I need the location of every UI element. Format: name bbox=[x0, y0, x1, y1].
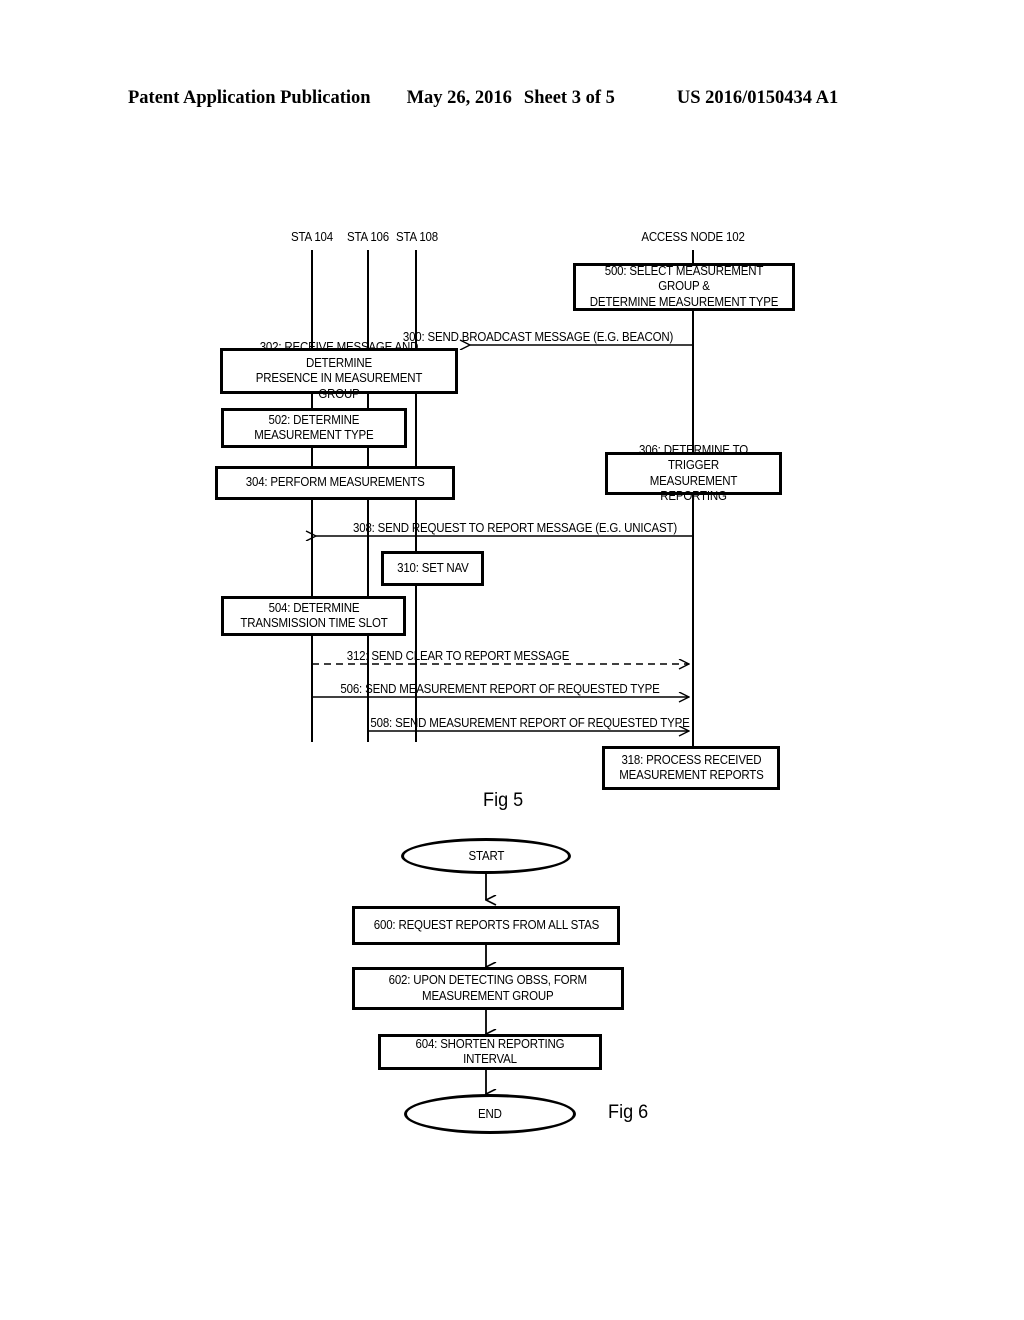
lifeline-label-sta104: STA 104 bbox=[291, 230, 333, 244]
process-box-304: 304: PERFORM MEASUREMENTS bbox=[215, 466, 455, 500]
message-label-508: 508: SEND MEASUREMENT REPORT OF REQUESTE… bbox=[370, 716, 690, 730]
process-box-504-label: 504: DETERMINE TRANSMISSION TIME SLOT bbox=[239, 600, 388, 631]
process-box-502: 502: DETERMINE MEASUREMENT TYPE bbox=[221, 408, 407, 448]
patent-drawing-page: Patent Application Publication May 26, 2… bbox=[0, 0, 1024, 1320]
process-box-302-label: 302: RECEIVE MESSAGE AND DETERMINE PRESE… bbox=[255, 340, 423, 401]
flow-process-602-label: 602: UPON DETECTING OBSS, FORM MEASUREME… bbox=[388, 973, 588, 1003]
flow-terminator-end-label: END bbox=[478, 1107, 502, 1121]
header-sheet-label: Sheet 3 of 5 bbox=[523, 88, 615, 108]
page-header: Patent Application Publication May 26, 2… bbox=[128, 88, 896, 114]
process-box-318-label: 318: PROCESS RECEIVED MEASUREMENT REPORT… bbox=[618, 752, 764, 783]
message-label-506: 506: SEND MEASUREMENT REPORT OF REQUESTE… bbox=[340, 682, 660, 696]
process-box-310: 310: SET NAV bbox=[381, 551, 484, 586]
header-publication-label: Patent Application Publication bbox=[128, 88, 371, 108]
process-box-310-label: 310: SET NAV bbox=[396, 560, 469, 575]
process-box-502-label: 502: DETERMINE MEASUREMENT TYPE bbox=[254, 412, 374, 443]
flow-process-600-label: 600: REQUEST REPORTS FROM ALL STAS bbox=[373, 917, 599, 932]
flow-terminator-start: START bbox=[401, 838, 571, 874]
process-box-302: 302: RECEIVE MESSAGE AND DETERMINE PRESE… bbox=[220, 340, 458, 401]
flow-terminator-end: END bbox=[404, 1094, 576, 1134]
lifeline-label-sta106: STA 106 bbox=[347, 230, 389, 244]
figure-caption-fig6: Fig 6 bbox=[608, 1102, 649, 1123]
flow-process-600: 600: REQUEST REPORTS FROM ALL STAS bbox=[352, 906, 620, 945]
process-box-500: 500: SELECT MEASUREMENT GROUP & DETERMIN… bbox=[573, 263, 795, 311]
header-date-label: May 26, 2016 bbox=[406, 88, 512, 108]
process-box-306-label: 306: DETERMINE TO TRIGGER MEASUREMENT RE… bbox=[639, 442, 748, 504]
message-label-308: 308: SEND REQUEST TO REPORT MESSAGE (E.G… bbox=[353, 521, 677, 535]
process-box-500-label: 500: SELECT MEASUREMENT GROUP & DETERMIN… bbox=[589, 263, 779, 309]
flow-terminator-start-label: START bbox=[468, 849, 504, 863]
message-arrow-group bbox=[312, 345, 693, 731]
process-box-318: 318: PROCESS RECEIVED MEASUREMENT REPORT… bbox=[602, 746, 780, 790]
message-label-300: 300: SEND BROADCAST MESSAGE (E.G. BEACON… bbox=[402, 330, 674, 344]
lifeline-label-sta108: STA 108 bbox=[396, 230, 438, 244]
process-box-304-label: 304: PERFORM MEASUREMENTS bbox=[245, 475, 425, 490]
lifeline-label-access-node: ACCESS NODE 102 bbox=[641, 230, 745, 244]
flow-process-602: 602: UPON DETECTING OBSS, FORM MEASUREME… bbox=[352, 967, 624, 1010]
message-label-312: 312: SEND CLEAR TO REPORT MESSAGE bbox=[346, 649, 570, 663]
process-box-306: 306: DETERMINE TO TRIGGER MEASUREMENT RE… bbox=[605, 443, 782, 503]
figure-caption-fig5: Fig 5 bbox=[483, 790, 524, 811]
flow-process-604: 604: SHORTEN REPORTING INTERVAL bbox=[378, 1034, 602, 1070]
flow-process-604-label: 604: SHORTEN REPORTING INTERVAL bbox=[415, 1036, 565, 1067]
header-patent-number: US 2016/0150434 A1 bbox=[676, 88, 839, 108]
process-box-504: 504: DETERMINE TRANSMISSION TIME SLOT bbox=[221, 596, 406, 636]
